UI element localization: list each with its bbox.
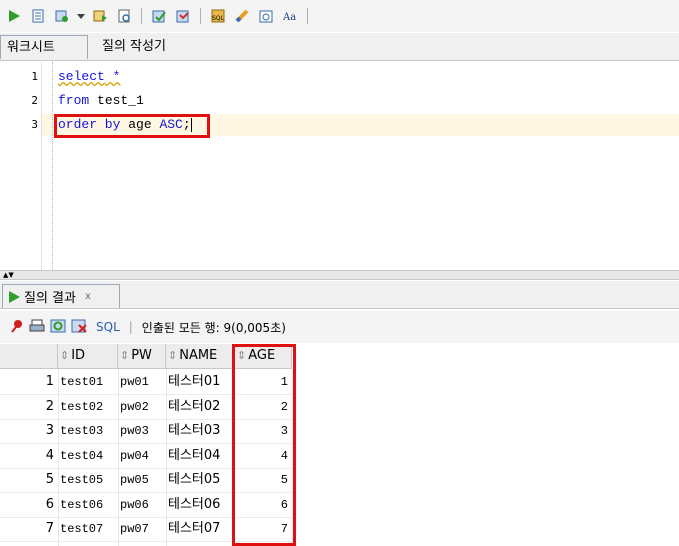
- code-line-1: select *: [58, 66, 120, 88]
- code-text: test_1: [89, 93, 144, 108]
- gutter-divider: [41, 62, 42, 270]
- column-divider: [118, 369, 119, 546]
- cell-id[interactable]: test04: [60, 444, 118, 468]
- cell-pw[interactable]: pw03: [120, 419, 166, 443]
- autotrace-icon[interactable]: [52, 6, 72, 26]
- sort-icon: ⇕: [120, 349, 130, 362]
- dropdown-arrow-icon[interactable]: [76, 6, 86, 26]
- print-icon[interactable]: [29, 318, 45, 337]
- toolbar-separator: [141, 8, 142, 24]
- line-number: 2: [31, 94, 38, 107]
- tab-query-result[interactable]: 질의 결과 x: [2, 284, 120, 308]
- run-script-icon[interactable]: [28, 6, 48, 26]
- rollback-icon[interactable]: [173, 6, 193, 26]
- cell-id[interactable]: test02: [60, 395, 118, 419]
- explain-plan-icon[interactable]: [90, 6, 110, 26]
- separator: |: [128, 320, 133, 334]
- fold-guide: [52, 62, 53, 270]
- cell-name[interactable]: 테스터05: [168, 468, 232, 492]
- play-icon: [9, 290, 20, 303]
- worksheet-tab-bar: 워크시트 질의 작성기: [0, 33, 679, 61]
- cell-name[interactable]: 테스터01: [168, 370, 232, 394]
- keyword: from: [58, 93, 90, 108]
- code-text: *: [104, 69, 121, 84]
- code-line-2: from test_1: [58, 90, 144, 112]
- cell-id[interactable]: test06: [60, 493, 118, 517]
- sql-tuning-icon[interactable]: [114, 6, 134, 26]
- results-tab-bar: 질의 결과 x: [0, 281, 679, 309]
- svg-text:Aa: Aa: [282, 12, 296, 23]
- column-header-name[interactable]: ⇕ NAME: [166, 344, 233, 369]
- sql-editor[interactable]: 1 2 3 select * from test_1 order by age …: [0, 62, 679, 270]
- cancel-fetch-icon[interactable]: [71, 318, 87, 337]
- sql-link[interactable]: SQL: [96, 320, 120, 334]
- highlight-box-order-by: [54, 114, 210, 138]
- cell-name[interactable]: 테스터06: [168, 493, 232, 517]
- sort-icon: ⇕: [60, 349, 70, 362]
- cell-pw[interactable]: pw02: [120, 395, 166, 419]
- fetch-status: 인출된 모든 행: 9(0,005초): [141, 320, 286, 335]
- line-number: 1: [31, 70, 38, 83]
- tab-worksheet[interactable]: 워크시트: [0, 35, 88, 59]
- column-header-pw[interactable]: ⇕ PW: [118, 344, 166, 369]
- row-number[interactable]: 4: [0, 444, 54, 468]
- cell-pw[interactable]: pw06: [120, 493, 166, 517]
- row-number[interactable]: 5: [0, 468, 54, 492]
- row-number[interactable]: 6: [0, 493, 54, 517]
- results-toolbar: SQL | 인출된 모든 행: 9(0,005초): [0, 311, 679, 343]
- cell-id[interactable]: test07: [60, 517, 118, 541]
- cell-pw[interactable]: pw05: [120, 468, 166, 492]
- row-number[interactable]: 3: [0, 419, 54, 443]
- unshared-worksheet-icon[interactable]: [256, 6, 276, 26]
- svg-text:SQL: SQL: [212, 15, 225, 22]
- pin-icon[interactable]: [8, 318, 24, 337]
- worksheet-toolbar: SQL Aa: [0, 0, 679, 32]
- line-number: 3: [31, 118, 38, 131]
- run-statement-icon[interactable]: [4, 6, 24, 26]
- column-header-id[interactable]: ⇕ ID: [58, 344, 118, 369]
- cell-name[interactable]: 테스터02: [168, 395, 232, 419]
- toolbar-separator: [307, 8, 308, 24]
- cell-id[interactable]: test01: [60, 370, 118, 394]
- cell-name[interactable]: 테스터03: [168, 419, 232, 443]
- format-case-icon[interactable]: Aa: [280, 6, 300, 26]
- tab-query-result-label: 질의 결과: [24, 291, 76, 306]
- sort-icon: ⇕: [168, 349, 178, 362]
- cell-name[interactable]: 테스터07: [168, 517, 232, 541]
- row-number[interactable]: 7: [0, 517, 54, 541]
- cell-pw[interactable]: pw01: [120, 370, 166, 394]
- row-number[interactable]: 1: [0, 370, 54, 394]
- results-grid[interactable]: ⇕ ID ⇕ PW ⇕ NAME ⇕ AGE 1 test01 pw01 테스터01 1 2 tes…: [0, 344, 679, 546]
- commit-icon[interactable]: [149, 6, 169, 26]
- refresh-icon[interactable]: [50, 318, 66, 337]
- sql-history-icon[interactable]: SQL: [208, 6, 228, 26]
- cell-id[interactable]: test05: [60, 468, 118, 492]
- cell-id[interactable]: test03: [60, 419, 118, 443]
- toolbar-separator: [200, 8, 201, 24]
- tab-query-builder[interactable]: 질의 작성기: [98, 35, 178, 59]
- splitter-arrows-icon[interactable]: ▲▼: [3, 271, 14, 279]
- column-divider: [166, 369, 167, 546]
- keyword: select: [58, 69, 105, 84]
- highlight-box-age-column: [232, 344, 296, 546]
- row-number-header: [0, 344, 58, 369]
- close-icon[interactable]: x: [85, 291, 91, 302]
- clear-icon[interactable]: [232, 6, 252, 26]
- row-number[interactable]: 2: [0, 395, 54, 419]
- cell-pw[interactable]: pw07: [120, 517, 166, 541]
- column-divider: [58, 369, 59, 546]
- cell-name[interactable]: 테스터04: [168, 444, 232, 468]
- pane-splitter[interactable]: ▲▼: [0, 270, 679, 280]
- cell-pw[interactable]: pw04: [120, 444, 166, 468]
